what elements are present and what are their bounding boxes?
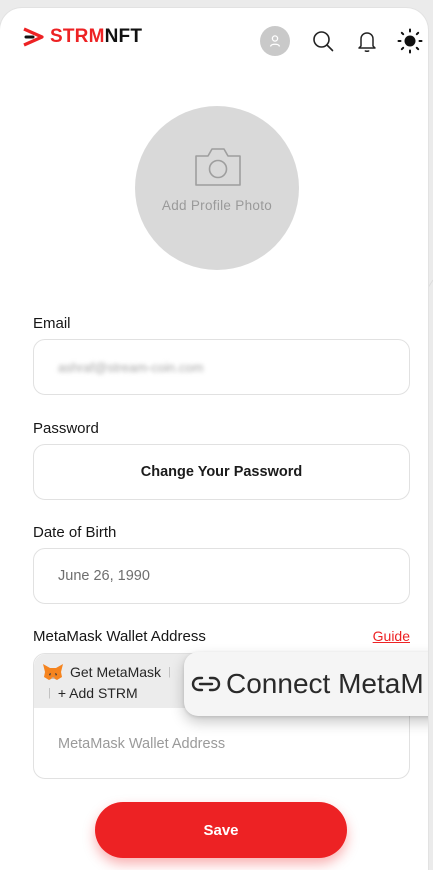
strm-logo-icon	[23, 27, 44, 47]
get-metamask-link[interactable]: Get MetaMask |	[42, 663, 171, 681]
sun-icon	[397, 28, 423, 54]
search-icon	[313, 31, 334, 52]
connect-metamask-button[interactable]: Connect MetaM	[184, 652, 428, 716]
add-profile-photo-button[interactable]: Add Profile Photo	[135, 106, 299, 270]
brand-name: STRMNFT	[50, 26, 143, 47]
save-button[interactable]: Save	[95, 802, 347, 858]
email-field[interactable]: ashraf@stream-coin.com	[33, 339, 410, 395]
metamask-wallet-address-input[interactable]: MetaMask Wallet Address	[34, 710, 409, 778]
separator: |	[168, 666, 171, 678]
add-profile-photo-label: Add Profile Photo	[161, 198, 273, 213]
guide-link[interactable]: Guide	[373, 628, 410, 644]
metamask-fox-icon	[43, 664, 63, 680]
metamask-wallet-label: MetaMask Wallet Address	[33, 628, 206, 645]
wallet-address-placeholder: MetaMask Wallet Address	[58, 736, 226, 752]
brand-logo[interactable]: STRMNFT	[22, 26, 142, 48]
change-password-button[interactable]: Change Your Password	[33, 444, 410, 500]
password-label: Password	[33, 420, 99, 437]
camera-icon	[195, 148, 241, 186]
add-strm-link[interactable]: | + Add STRM	[48, 685, 138, 701]
user-avatar-button[interactable]	[260, 26, 290, 56]
connect-metamask-label: Connect MetaM	[226, 668, 424, 699]
date-of-birth-label: Date of Birth	[33, 524, 117, 541]
profile-settings-card: STRMNFT Add Profile Photo Email ashraf@s…	[0, 8, 428, 870]
top-bar: STRMNFT	[0, 8, 428, 70]
date-of-birth-field[interactable]: June 26, 1990	[33, 548, 410, 604]
get-metamask-label: Get MetaMask	[70, 664, 162, 680]
email-value: ashraf@stream-coin.com	[58, 359, 204, 375]
theme-toggle-button[interactable]	[395, 26, 425, 56]
date-of-birth-value: June 26, 1990	[58, 568, 150, 584]
email-label: Email	[33, 315, 71, 332]
user-avatar-icon	[269, 35, 281, 47]
link-icon	[191, 676, 221, 692]
add-strm-label: + Add STRM	[57, 685, 138, 701]
search-button[interactable]	[308, 26, 338, 56]
notifications-button[interactable]	[352, 26, 382, 56]
bell-icon	[358, 32, 376, 52]
separator: |	[48, 687, 51, 699]
